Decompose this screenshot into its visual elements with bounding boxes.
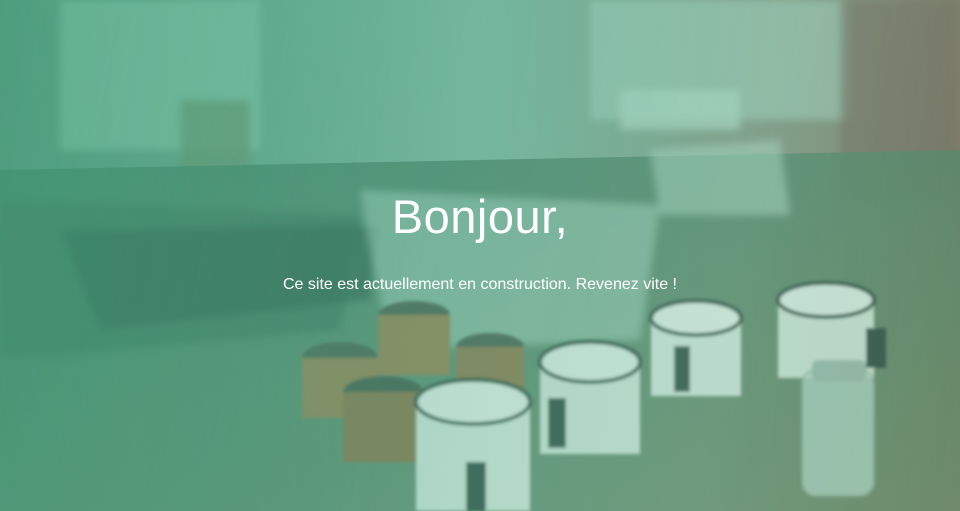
construction-message: Ce site est actuellement en construction… xyxy=(283,276,677,293)
hero-section: Bonjour, Ce site est actuellement en con… xyxy=(0,0,960,511)
greeting-heading: Bonjour, xyxy=(391,190,569,243)
color-overlay xyxy=(0,0,960,511)
